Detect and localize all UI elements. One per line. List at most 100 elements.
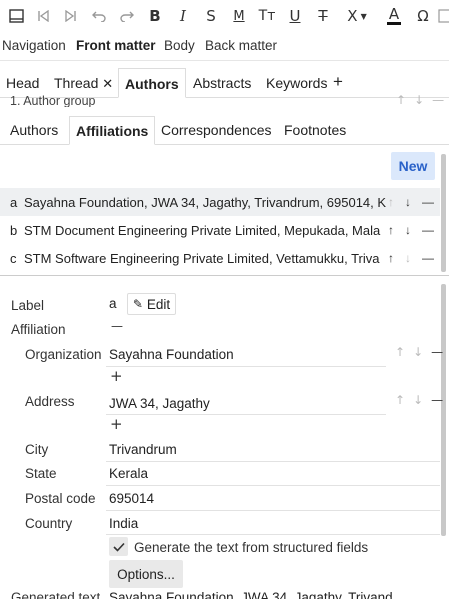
state-caption: State [25,466,57,481]
remove-icon[interactable]: — [422,223,434,237]
tab-head-label: Head [6,75,40,91]
options-button[interactable]: Options... [109,560,183,588]
state-underline [106,485,440,486]
tab-thread-label: Thread [54,75,99,91]
row-controls: ↑ ↓ — [388,195,440,209]
detail-scrollbar[interactable] [441,284,446,536]
move-up-icon[interactable]: ↑ [395,393,405,407]
add-tab-icon[interactable]: + [327,68,349,98]
move-up-icon[interactable]: ↑ [388,223,394,237]
edit-button[interactable]: ✎ Edit [127,293,176,315]
move-down-icon[interactable]: ↓ [413,393,423,407]
move-up-icon[interactable]: ↑ [388,251,394,265]
tab-abstracts[interactable]: Abstracts [187,68,257,98]
city-field[interactable]: Trivandrum [109,442,177,457]
address-underline [106,414,386,415]
tab-authors[interactable]: Authors [118,68,186,98]
small-caps-icon[interactable]: Tт [256,5,278,27]
organization-field[interactable]: Sayahna Foundation [109,347,234,362]
tab-footnotes-label: Footnotes [284,122,347,138]
tab-thread[interactable]: Thread ✕ [48,68,119,98]
postal-code-field[interactable]: 695014 [109,491,154,506]
tab-keywords[interactable]: Keywords [260,68,333,98]
tab-abstracts-label: Abstracts [193,75,252,91]
move-down-icon[interactable]: ↓ [405,251,411,265]
postal-code-caption: Postal code [25,491,96,506]
close-icon[interactable]: ✕ [102,76,113,91]
tab-authors-sub-label: Authors [10,122,59,138]
strikethrough-icon[interactable]: T [312,5,334,27]
bold-icon[interactable]: B [144,5,166,27]
tab-keywords-label: Keywords [266,75,328,91]
tab-head[interactable]: Head [0,68,45,98]
address-field[interactable]: JWA 34, Jagathy [109,396,210,411]
tab-back-matter[interactable]: Back matter [205,38,277,53]
add-address-icon[interactable]: + [110,415,123,433]
special-char-icon[interactable]: Ω [412,5,434,27]
list-scrollbar[interactable] [441,154,446,272]
move-up-icon[interactable]: ↑ [388,195,394,209]
collapse-icon[interactable]: — [111,319,123,333]
move-down-icon[interactable]: ↓ [414,93,424,107]
clear-format-icon[interactable]: X ▼ [342,5,372,27]
check-icon [112,542,125,552]
list-item[interactable]: c STM Software Engineering Private Limit… [0,244,440,272]
strike-s-icon[interactable]: S [200,5,222,27]
tab-affiliations[interactable]: Affiliations [69,116,156,145]
row-key: c [10,250,17,266]
tab-correspondences[interactable]: Correspondences [155,116,278,145]
undo-icon[interactable] [88,5,110,27]
organization-controls: ↑ ↓ — [395,345,443,359]
add-organization-icon[interactable]: + [110,367,123,385]
row-text: STM Document Engineering Private Limited… [24,222,381,238]
tab-authors-label: Authors [125,76,179,92]
list-item[interactable]: b STM Document Engineering Private Limit… [0,216,440,244]
remove-icon[interactable]: — [431,345,443,359]
move-down-icon[interactable]: ↓ [405,223,411,237]
redo-icon[interactable] [116,5,138,27]
underline-icon[interactable]: U [284,5,306,27]
math-icon[interactable]: M [228,5,250,27]
author-group-header[interactable]: 1. Author group [10,95,95,107]
group-controls: ↑ ↓ — [396,93,444,107]
remove-icon[interactable]: — [431,393,443,407]
organization-underline [106,366,386,367]
generated-text-caption: Generated text [11,591,101,599]
move-up-icon[interactable]: ↑ [395,345,405,359]
italic-icon[interactable]: I [172,5,194,27]
generate-checkbox[interactable] [109,537,128,556]
label-value: a [109,296,117,311]
first-record-icon[interactable] [32,5,54,27]
state-field[interactable]: Kerala [109,466,148,481]
move-down-icon[interactable]: ↓ [413,345,423,359]
tab-footnotes[interactable]: Footnotes [278,116,352,145]
move-up-icon[interactable]: ↑ [396,93,406,107]
tab-authors-sub[interactable]: Authors [4,116,64,145]
remove-icon[interactable]: — [422,195,434,209]
generated-text-value[interactable]: Sayahna Foundation, JWA 34, Jagathy, Tri… [109,591,439,599]
postal-code-underline [106,510,440,511]
pencil-icon: ✎ [132,297,143,311]
country-field[interactable]: India [109,516,138,531]
tab-navigation[interactable]: Navigation [2,38,66,53]
editor-toolbar: B I S M Tт U T X ▼ A Ω [0,0,449,33]
section-nav: Navigation Front matter Body Back matter [0,33,449,61]
sidebar-toggle-icon[interactable] [5,5,27,27]
tab-correspondences-label: Correspondences [161,122,272,138]
last-record-icon[interactable] [60,5,82,27]
move-down-icon[interactable]: ↓ [405,195,411,209]
list-item[interactable]: a Sayahna Foundation, JWA 34, Jagathy, T… [0,188,440,216]
row-controls: ↑ ↓ — [388,223,440,237]
remove-icon[interactable]: — [432,93,444,107]
affiliation-caption: Affiliation [11,322,66,337]
address-controls: ↑ ↓ — [395,393,443,407]
generate-label[interactable]: Generate the text from structured fields [134,540,368,555]
new-button[interactable]: New [391,152,435,180]
text-color-icon[interactable]: A [383,5,405,27]
remove-icon[interactable]: — [422,251,434,265]
tab-front-matter[interactable]: Front matter [76,38,156,53]
tab-body[interactable]: Body [164,38,195,53]
city-underline [106,461,440,462]
more-toolbar-icon[interactable] [438,5,449,27]
front-matter-tabs: Head Thread ✕ Authors Abstracts Keywords… [0,68,449,98]
